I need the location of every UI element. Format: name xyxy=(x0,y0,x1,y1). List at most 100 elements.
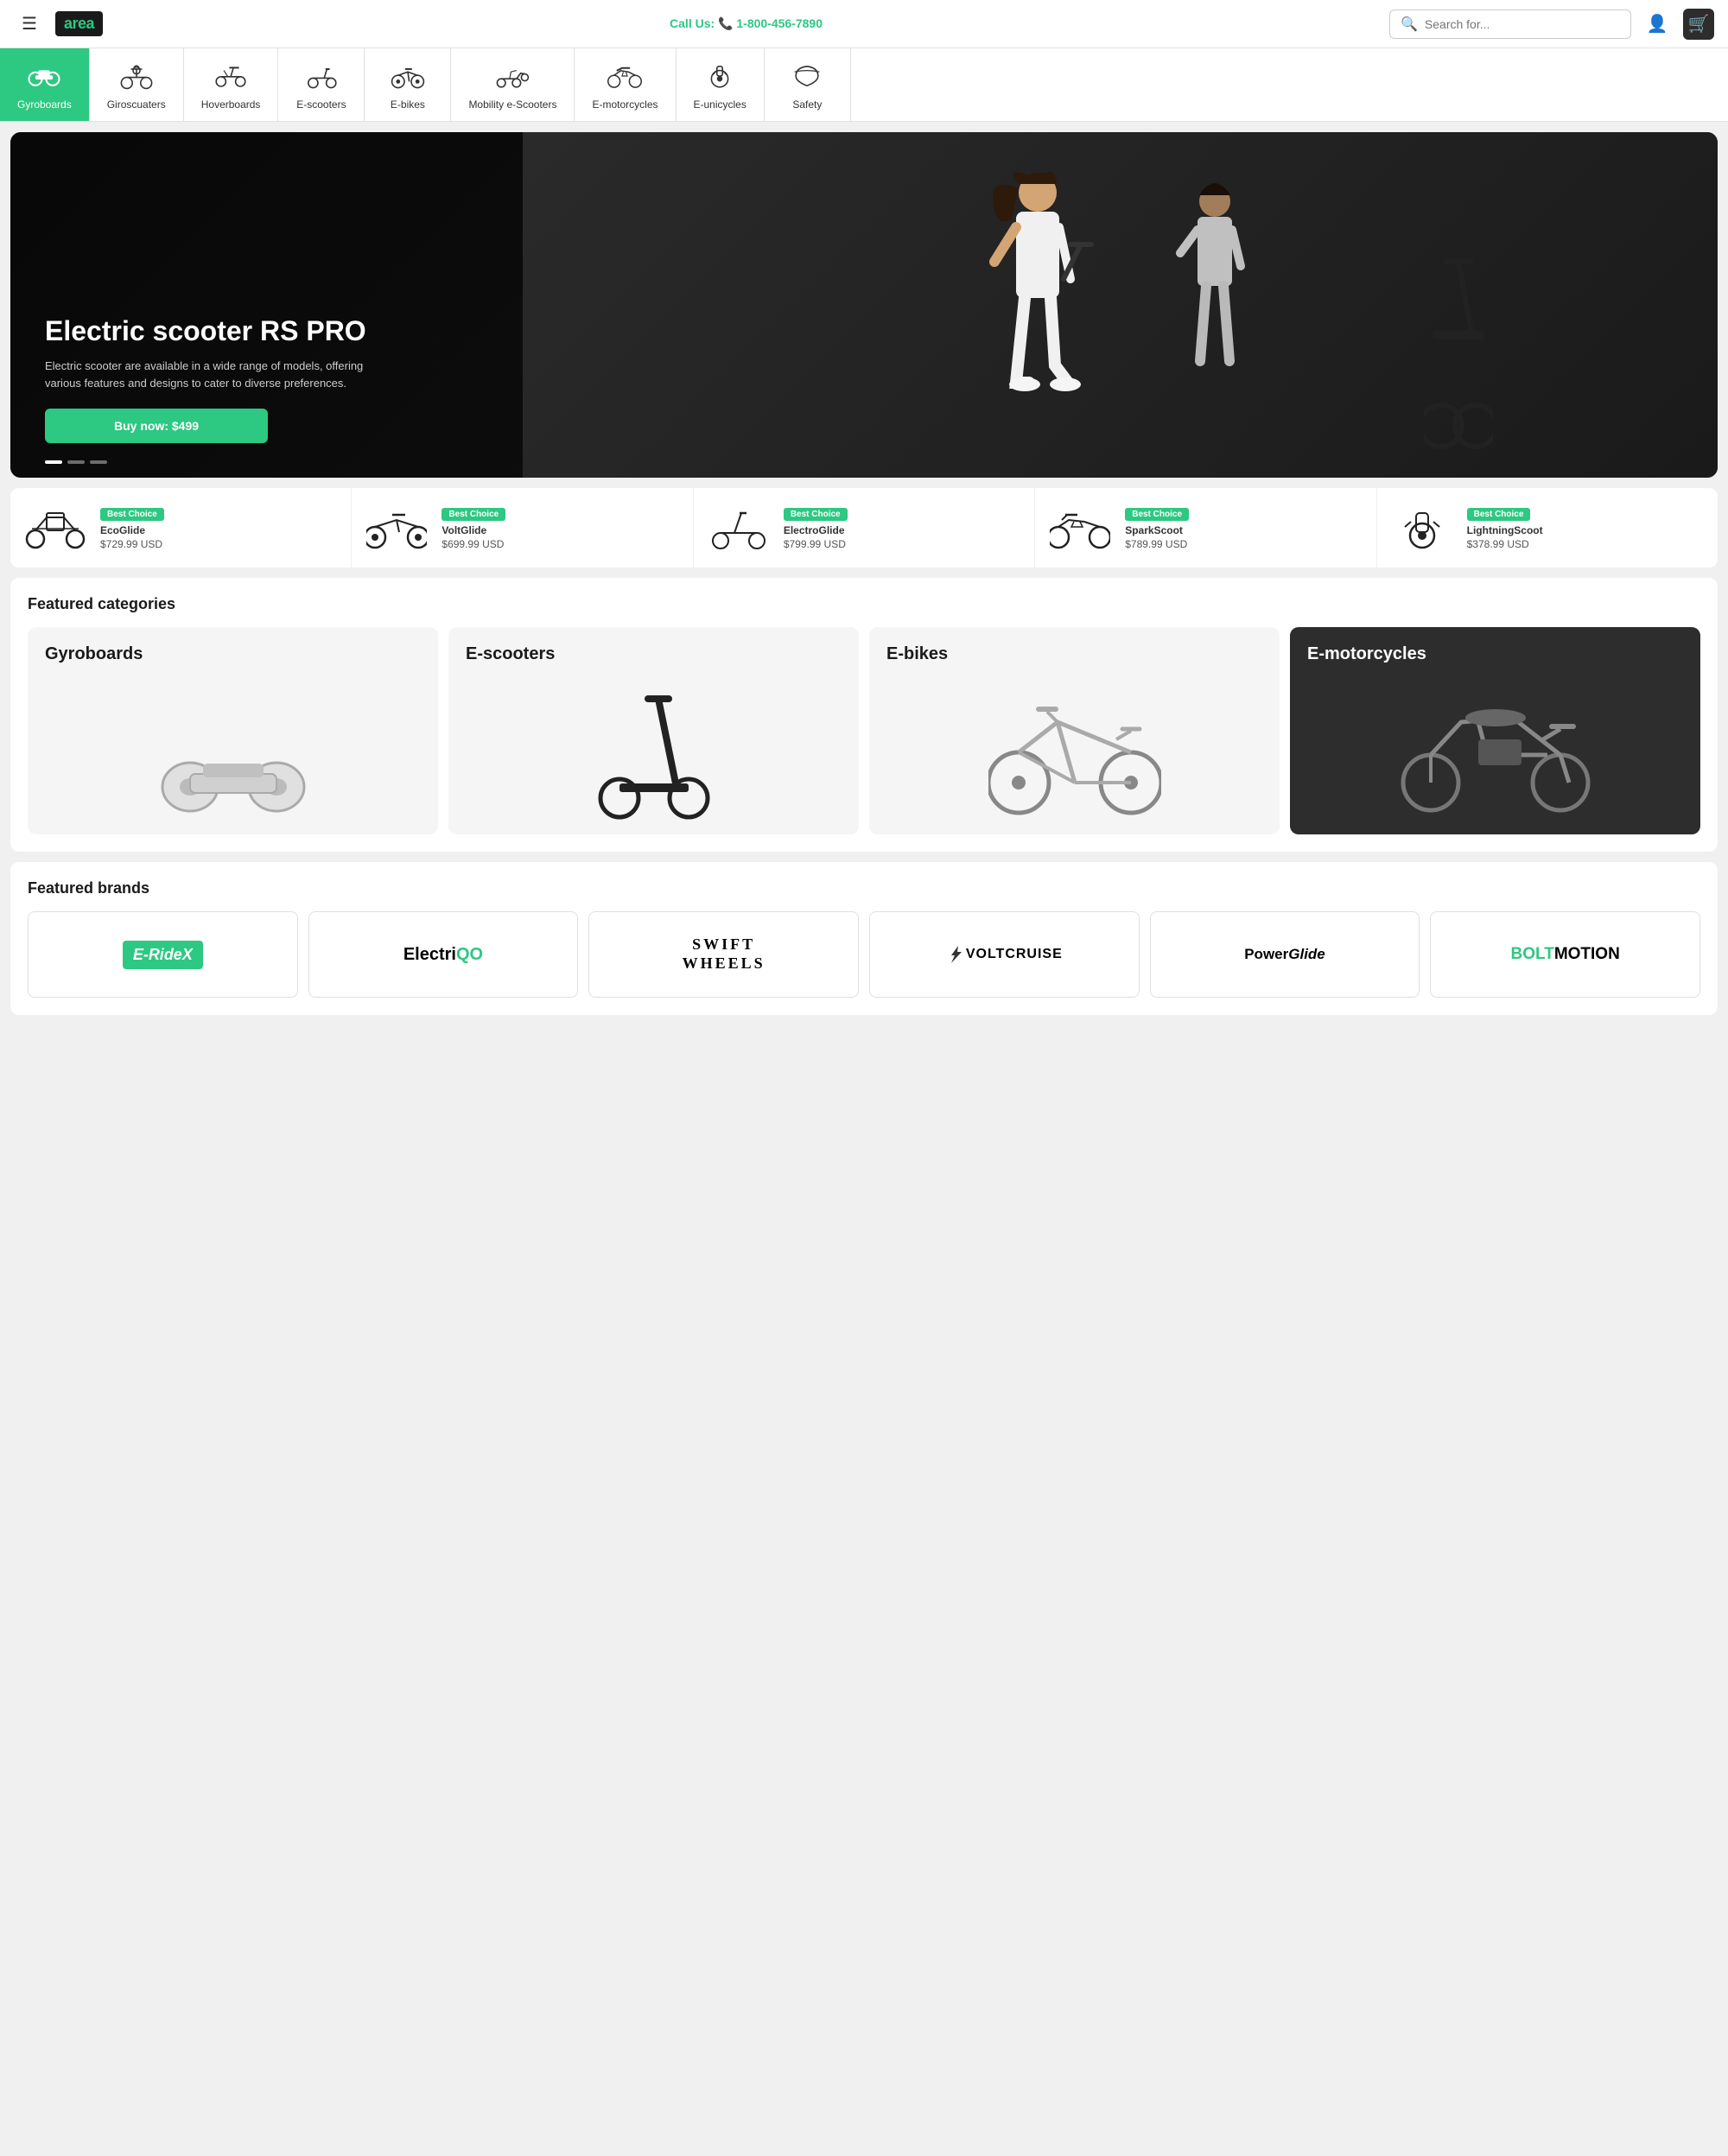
category-card-escooters[interactable]: E-scooters xyxy=(448,627,859,834)
cart-icon: 🛒 xyxy=(1688,13,1710,35)
hamburger-icon: ☰ xyxy=(22,13,37,35)
nav-category-hoverboards[interactable]: Hoverboards xyxy=(184,48,279,121)
product-card-1[interactable]: Best Choice VoltGlide $699.99 USD xyxy=(352,488,693,568)
gyroboard-nav-icon xyxy=(23,59,65,93)
best-choice-badge-0: Best Choice xyxy=(100,508,164,521)
brand-eridex-logo: E-RideX xyxy=(123,941,203,969)
hoverboard-nav-icon xyxy=(210,59,251,93)
product-info-3: Best Choice SparkScoot $789.99 USD xyxy=(1125,505,1365,550)
search-bar[interactable]: 🔍 xyxy=(1389,10,1631,39)
hero-person2 xyxy=(1159,171,1271,439)
mobility-e-scooters-label: Mobility e-Scooters xyxy=(468,98,556,111)
safety-label: Safety xyxy=(792,98,822,111)
search-input[interactable] xyxy=(1425,17,1620,31)
e-unicycles-label: E-unicycles xyxy=(694,98,746,111)
hero-title: Electric scooter RS PRO xyxy=(45,315,391,347)
hero-banner: Electric scooter RS PRO Electric scooter… xyxy=(10,132,1718,478)
brand-card-powerglide[interactable]: PowerGlide xyxy=(1150,911,1420,998)
brands-grid: E-RideX ElectriQO SWIFTWHEELS VOLTCRUISE… xyxy=(28,911,1700,998)
product-name-0: EcoGlide xyxy=(100,524,340,536)
nav-category-giroscuaters[interactable]: Giroscuaters xyxy=(90,48,184,121)
ebike-nav-icon xyxy=(387,59,429,93)
featured-brands-section: Featured brands E-RideX ElectriQO SWIFTW… xyxy=(10,862,1718,1015)
escooter-category-image xyxy=(466,664,842,820)
user-account-button[interactable]: 👤 xyxy=(1642,9,1673,40)
brand-card-voltcruise[interactable]: VOLTCRUISE xyxy=(869,911,1140,998)
product-image-2 xyxy=(704,502,773,554)
product-image-0 xyxy=(21,502,90,554)
brand-card-eridex[interactable]: E-RideX xyxy=(28,911,298,998)
product-name-1: VoltGlide xyxy=(442,524,682,536)
nav-category-e-motorcycles[interactable]: E-motorcycles xyxy=(575,48,676,121)
featured-categories-section: Featured categories Gyroboards E-scooter… xyxy=(10,578,1718,852)
hamburger-menu-button[interactable]: ☰ xyxy=(14,9,45,40)
header-icons: 👤 🛒 xyxy=(1642,9,1714,40)
product-card-0[interactable]: Best Choice EcoGlide $729.99 USD xyxy=(10,488,352,568)
e-bikes-label: E-bikes xyxy=(391,98,425,111)
brand-card-electrigo[interactable]: ElectriQO xyxy=(308,911,579,998)
category-ebikes-label: E-bikes xyxy=(886,644,1262,664)
brand-electrigo-logo: ElectriQO xyxy=(403,945,483,965)
gyroboards-label: Gyroboards xyxy=(17,98,72,111)
eunicycle-nav-icon xyxy=(699,59,740,93)
nav-category-mobility-e-scooters[interactable]: Mobility e-Scooters xyxy=(451,48,575,121)
hero-description: Electric scooter are available in a wide… xyxy=(45,358,391,391)
brand-boltmotion-logo: BOLTMOTION xyxy=(1511,945,1620,964)
featured-brands-title: Featured brands xyxy=(28,879,1700,897)
nav-category-e-unicycles[interactable]: E-unicycles xyxy=(677,48,765,121)
user-icon: 👤 xyxy=(1647,13,1668,35)
hero-dots xyxy=(45,460,107,464)
best-choice-badge-4: Best Choice xyxy=(1467,508,1531,521)
product-price-0: $729.99 USD xyxy=(100,538,340,550)
best-choice-badge-2: Best Choice xyxy=(784,508,848,521)
product-info-0: Best Choice EcoGlide $729.99 USD xyxy=(100,505,340,550)
product-info-4: Best Choice LightningScoot $378.99 USD xyxy=(1467,505,1707,550)
category-card-emotorcycles[interactable]: E-motorcycles xyxy=(1290,627,1700,834)
nav-category-safety[interactable]: Safety xyxy=(765,48,851,121)
hero-content: Electric scooter RS PRO Electric scooter… xyxy=(45,315,391,443)
product-info-2: Best Choice ElectroGlide $799.99 USD xyxy=(784,505,1024,550)
hero-scooter xyxy=(1424,227,1493,469)
hero-dot-3[interactable] xyxy=(90,460,107,464)
hero-dot-1[interactable] xyxy=(45,460,62,464)
gyroboard-category-image xyxy=(45,664,421,817)
product-name-3: SparkScoot xyxy=(1125,524,1365,536)
nav-category-e-scooters[interactable]: E-scooters xyxy=(278,48,365,121)
product-card-2[interactable]: Best Choice ElectroGlide $799.99 USD xyxy=(694,488,1035,568)
hero-dot-2[interactable] xyxy=(67,460,85,464)
logo[interactable]: area xyxy=(55,11,103,36)
ebike-category-image xyxy=(886,664,1262,817)
brand-card-swiftwheels[interactable]: SWIFTWHEELS xyxy=(588,911,859,998)
giroscuater-nav-icon xyxy=(116,59,157,93)
product-price-1: $699.99 USD xyxy=(442,538,682,550)
featured-categories-title: Featured categories xyxy=(28,595,1700,613)
hero-buy-button[interactable]: Buy now: $499 xyxy=(45,409,268,443)
call-us-label: Call Us: 📞 1-800-456-7890 xyxy=(113,16,1379,31)
header: ☰ area Call Us: 📞 1-800-456-7890 🔍 👤 🛒 xyxy=(0,0,1728,48)
product-price-3: $789.99 USD xyxy=(1125,538,1365,550)
product-info-1: Best Choice VoltGlide $699.99 USD xyxy=(442,505,682,550)
hoverboards-label: Hoverboards xyxy=(201,98,261,111)
products-row: Best Choice EcoGlide $729.99 USD Best Ch… xyxy=(10,488,1718,568)
product-card-4[interactable]: Best Choice LightningScoot $378.99 USD xyxy=(1377,488,1718,568)
nav-category-gyroboards[interactable]: Gyroboards xyxy=(0,48,90,121)
mobility-nav-icon xyxy=(492,59,533,93)
brand-card-boltmotion[interactable]: BOLTMOTION xyxy=(1430,911,1700,998)
category-card-ebikes[interactable]: E-bikes xyxy=(869,627,1280,834)
product-card-3[interactable]: Best Choice SparkScoot $789.99 USD xyxy=(1035,488,1376,568)
category-card-gyroboards[interactable]: Gyroboards xyxy=(28,627,438,834)
e-scooters-label: E-scooters xyxy=(296,98,346,111)
emoto-nav-icon xyxy=(604,59,645,93)
nav-categories: Gyroboards Giroscuaters xyxy=(0,48,1728,122)
best-choice-badge-1: Best Choice xyxy=(442,508,505,521)
hero-person1 xyxy=(969,158,1107,452)
logo-text: area xyxy=(64,15,94,32)
safety-nav-icon xyxy=(786,59,828,93)
brand-voltcruise-logo: VOLTCRUISE xyxy=(946,944,1063,965)
cart-button[interactable]: 🛒 xyxy=(1683,9,1714,40)
nav-category-e-bikes[interactable]: E-bikes xyxy=(365,48,451,121)
hero-image-area xyxy=(523,132,1718,478)
product-image-3 xyxy=(1045,502,1115,554)
category-gyroboards-label: Gyroboards xyxy=(45,644,421,664)
product-name-2: ElectroGlide xyxy=(784,524,1024,536)
